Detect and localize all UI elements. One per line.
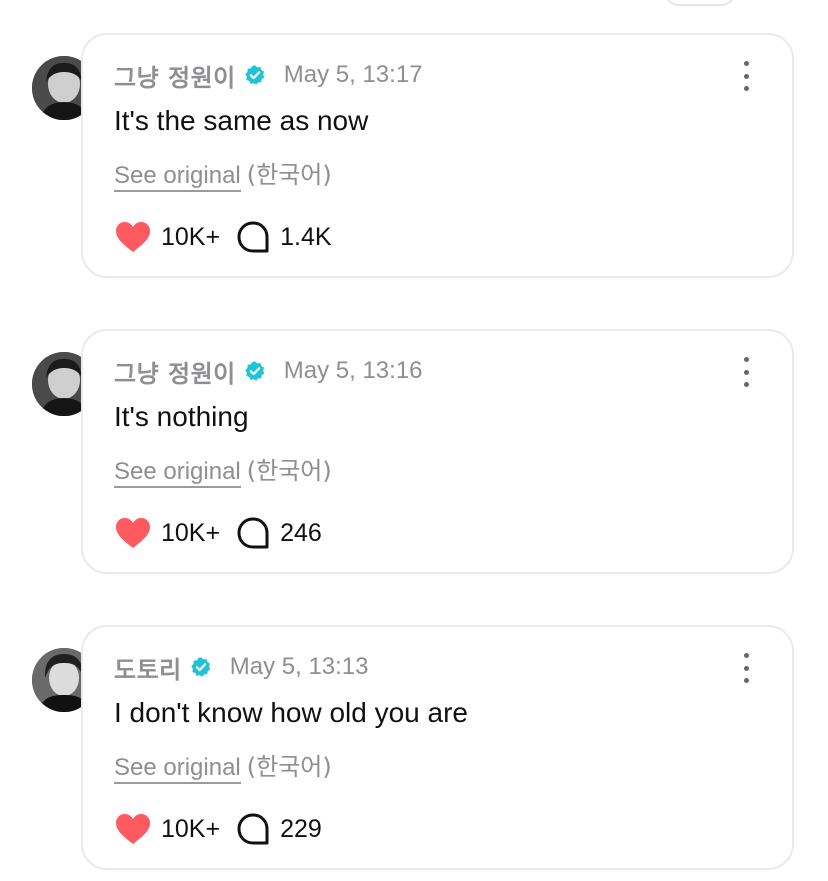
verified-badge-icon bbox=[245, 65, 265, 85]
comment-card: 도토리 May 5, 13:13 I don't know how old yo… bbox=[81, 625, 794, 870]
comment-text: It's nothing bbox=[114, 401, 249, 432]
action-bar: 10K+ 246 bbox=[115, 515, 322, 551]
like-count: 10K+ bbox=[161, 814, 221, 843]
original-language: (한국어) bbox=[246, 161, 332, 189]
translation-row: See original (한국어) bbox=[114, 451, 332, 488]
like-button[interactable]: 10K+ bbox=[115, 813, 220, 845]
reply-count: 1.4K bbox=[280, 222, 332, 251]
more-options-icon[interactable] bbox=[736, 357, 756, 387]
comment-text: It's the same as now bbox=[114, 105, 369, 136]
reply-button[interactable]: 1.4K bbox=[236, 220, 332, 254]
see-original-link[interactable]: See original bbox=[114, 458, 241, 488]
reply-button[interactable]: 229 bbox=[236, 812, 322, 846]
verified-badge-icon bbox=[245, 361, 265, 381]
like-count: 10K+ bbox=[161, 222, 221, 251]
author-name[interactable]: 도토리 bbox=[114, 650, 182, 685]
translation-row: See original (한국어) bbox=[114, 155, 332, 192]
comment-text: I don't know how old you are bbox=[114, 697, 469, 728]
reply-button[interactable]: 246 bbox=[236, 516, 322, 550]
timestamp: May 5, 13:13 bbox=[229, 653, 369, 680]
action-bar: 10K+ 229 bbox=[115, 811, 322, 847]
action-bar: 10K+ 1.4K bbox=[115, 219, 332, 255]
reply-count: 229 bbox=[280, 814, 322, 843]
heart-icon bbox=[116, 222, 150, 252]
heart-icon bbox=[116, 518, 150, 548]
comment-card: 그냥 정원이 May 5, 13:16 It's nothing See ori… bbox=[81, 329, 794, 574]
like-button[interactable]: 10K+ bbox=[115, 221, 220, 253]
author-name[interactable]: 그냥 정원이 bbox=[114, 354, 236, 389]
comment-header: 그냥 정원이 May 5, 13:16 bbox=[114, 354, 423, 388]
original-language: (한국어) bbox=[246, 457, 332, 485]
timestamp: May 5, 13:16 bbox=[283, 357, 423, 384]
author-name[interactable]: 그냥 정원이 bbox=[114, 58, 236, 93]
heart-icon bbox=[116, 814, 150, 844]
top-pill-button[interactable] bbox=[662, 0, 738, 6]
translation-row: See original (한국어) bbox=[114, 747, 332, 784]
more-options-icon[interactable] bbox=[736, 653, 756, 683]
original-language: (한국어) bbox=[246, 753, 332, 781]
timestamp: May 5, 13:17 bbox=[283, 61, 423, 88]
speech-bubble-icon bbox=[237, 221, 269, 253]
see-original-link[interactable]: See original bbox=[114, 162, 241, 192]
speech-bubble-icon bbox=[237, 517, 269, 549]
comment-header: 도토리 May 5, 13:13 bbox=[114, 650, 369, 684]
like-count: 10K+ bbox=[161, 518, 221, 547]
like-button[interactable]: 10K+ bbox=[115, 517, 220, 549]
more-options-icon[interactable] bbox=[736, 61, 756, 91]
comment-header: 그냥 정원이 May 5, 13:17 bbox=[114, 58, 423, 92]
reply-count: 246 bbox=[280, 518, 322, 547]
verified-badge-icon bbox=[191, 657, 211, 677]
see-original-link[interactable]: See original bbox=[114, 754, 241, 784]
comment-card: 그냥 정원이 May 5, 13:17 It's the same as now… bbox=[81, 33, 794, 278]
speech-bubble-icon bbox=[237, 813, 269, 845]
